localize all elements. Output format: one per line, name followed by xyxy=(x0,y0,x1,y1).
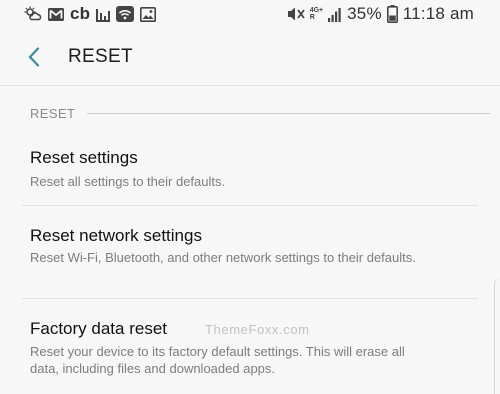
notification-icons: cb xyxy=(24,4,157,24)
battery-percent: 35% xyxy=(347,4,382,23)
item-subtitle: Reset Wi-Fi, Bluetooth, and other networ… xyxy=(30,250,416,265)
factory-data-reset-item[interactable]: Factory data reset Reset your device to … xyxy=(0,299,500,394)
item-title: Reset settings xyxy=(30,148,138,167)
signal-icon xyxy=(328,5,342,23)
item-title: Factory data reset xyxy=(30,319,168,338)
gmail-icon xyxy=(48,5,64,23)
wifi-icon xyxy=(116,5,135,23)
app-bar: RESET xyxy=(0,28,500,86)
mute-icon xyxy=(287,5,305,23)
section-title: RESET xyxy=(30,105,76,121)
settings-list: RESET Reset settings Reset all settings … xyxy=(0,86,500,394)
network-type-top: 4G+ xyxy=(309,7,324,14)
network-type-bottom: R xyxy=(309,14,315,21)
section-header: RESET xyxy=(30,105,490,121)
battery-icon xyxy=(386,5,398,23)
network-type: 4G+ R xyxy=(310,7,323,21)
item-subtitle: Reset all settings to their defaults. xyxy=(30,174,226,189)
chevron-left-icon xyxy=(28,47,40,67)
gallery-icon xyxy=(140,5,157,23)
system-icons: 4G+ R 35% 11:18 am xyxy=(287,4,474,24)
scroll-indicator xyxy=(494,278,500,394)
meter-icon xyxy=(96,5,111,23)
item-subtitle: Reset your device to its factory default… xyxy=(30,344,405,376)
reset-network-settings-item[interactable]: Reset network settings Reset Wi-Fi, Blue… xyxy=(0,206,500,298)
weather-icon xyxy=(24,5,42,23)
status-bar: cb 4G+ R 35% 11:18 am xyxy=(0,0,500,28)
page-title: RESET xyxy=(68,46,133,67)
item-title: Reset network settings xyxy=(30,226,202,245)
cb-icon: cb xyxy=(70,4,91,23)
watermark: ThemeFoxx.com xyxy=(205,322,310,337)
reset-settings-item[interactable]: Reset settings Reset all settings to the… xyxy=(0,134,500,204)
back-button[interactable] xyxy=(22,44,46,70)
clock: 11:18 am xyxy=(402,4,474,23)
section-divider xyxy=(87,112,490,114)
